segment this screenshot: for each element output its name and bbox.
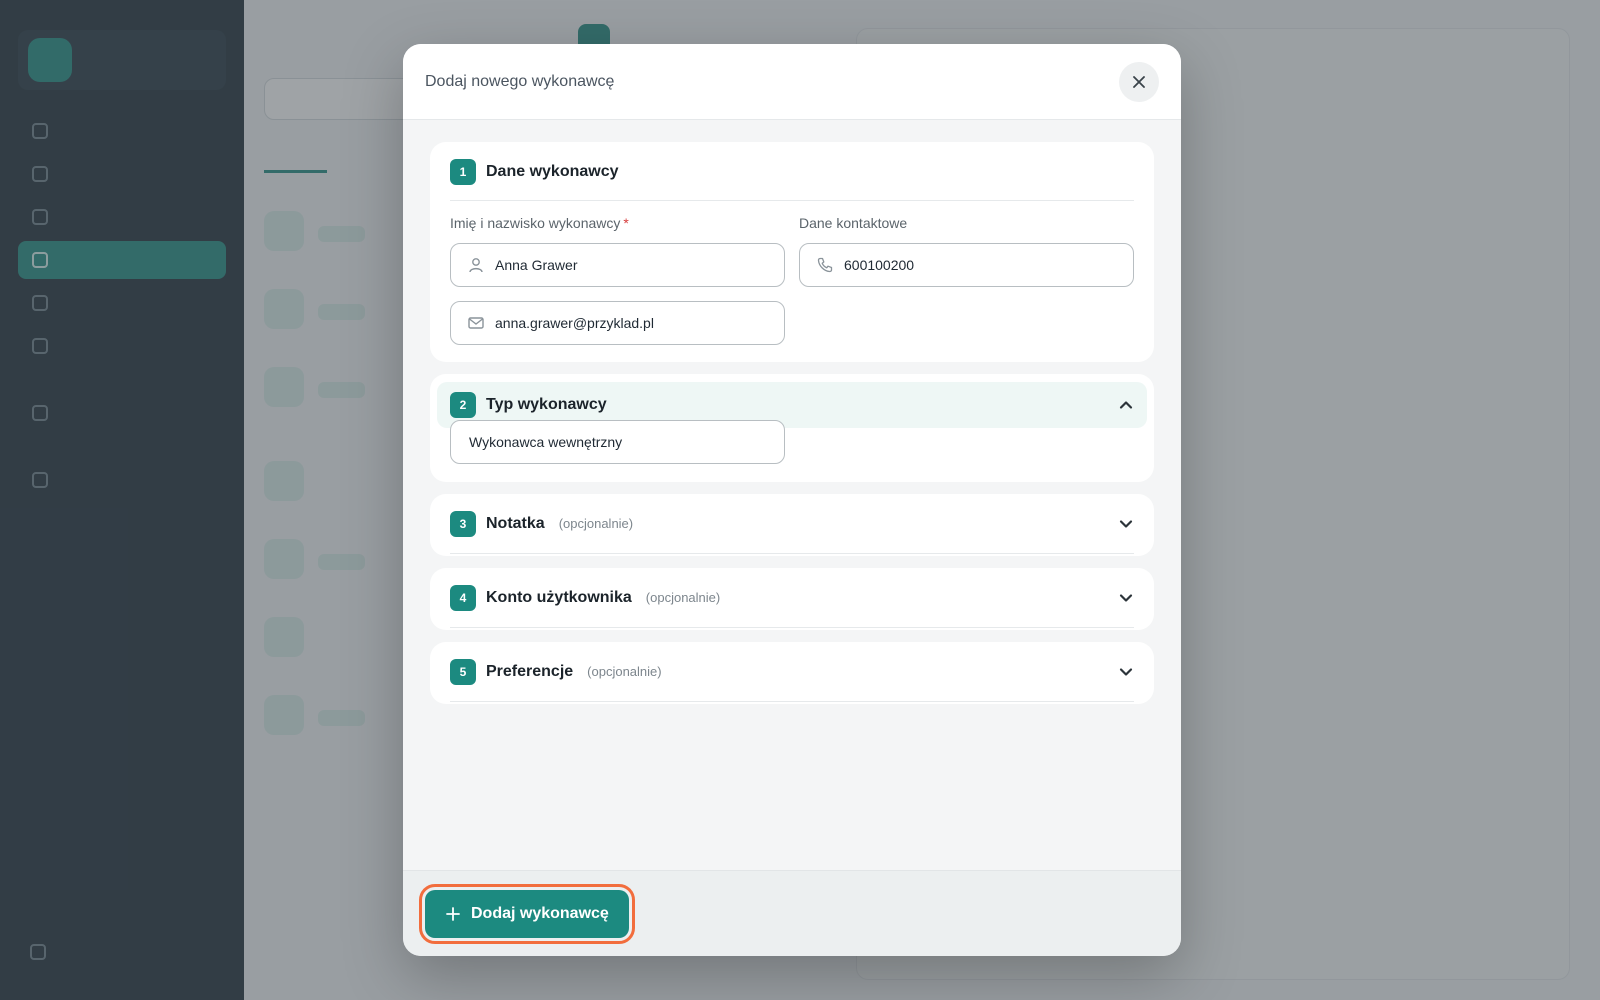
step-badge: 1 — [450, 158, 476, 185]
section-contractor-type: 2 Typ wykonawcy Wykonawca wewnętrzny — [430, 374, 1154, 482]
modal-footer: Dodaj wykonawcę — [403, 870, 1181, 956]
email-input-value: anna.grawer@przyklad.pl — [495, 315, 654, 331]
section-header-toggle[interactable]: 4 Konto użytkownika (opcjonalnie) — [450, 568, 1134, 628]
close-icon — [1133, 75, 1145, 88]
section-header: 1 Dane wykonawcy — [450, 143, 1134, 201]
chevron-down-icon — [1119, 593, 1133, 602]
contractor-type-select[interactable]: Wykonawca wewnętrzny — [450, 420, 785, 464]
add-contractor-modal: Dodaj nowego wykonawcę 1 Dane wykonawcy … — [403, 44, 1181, 956]
mail-icon — [468, 317, 484, 329]
phone-icon — [817, 257, 833, 273]
close-button[interactable] — [1119, 61, 1159, 102]
name-input[interactable]: Anna Grawer — [450, 243, 785, 287]
chevron-up-icon — [1119, 401, 1133, 409]
chevron-down-icon — [1119, 519, 1133, 528]
plus-icon — [446, 906, 460, 921]
section-note: 3 Notatka (opcjonalnie) — [430, 494, 1154, 556]
section-title: Konto użytkownika — [486, 588, 632, 606]
name-input-value: Anna Grawer — [495, 257, 578, 273]
add-contractor-button[interactable]: Dodaj wykonawcę — [419, 883, 635, 944]
modal-header: Dodaj nowego wykonawcę — [403, 44, 1181, 120]
phone-input[interactable]: 600100200 — [799, 243, 1134, 287]
section-preferences: 5 Preferencje (opcjonalnie) — [430, 642, 1154, 704]
section-title: Preferencje — [486, 662, 574, 680]
section-contractor-data: 1 Dane wykonawcy Imię i nazwisko wykonaw… — [430, 142, 1154, 362]
optional-hint: (opcjonalnie) — [645, 590, 721, 605]
section-title: Notatka — [486, 514, 545, 532]
modal-body: 1 Dane wykonawcy Imię i nazwisko wykonaw… — [403, 120, 1181, 738]
optional-hint: (opcjonalnie) — [587, 664, 662, 679]
step-badge: 3 — [450, 510, 476, 537]
modal-title: Dodaj nowego wykonawcę — [425, 72, 615, 90]
step-badge: 4 — [450, 584, 476, 611]
contact-label: Dane kontaktowe — [799, 215, 908, 231]
name-label-text: Imię i nazwisko wykonawcy — [450, 215, 621, 231]
add-contractor-button-label: Dodaj wykonawcę — [471, 904, 609, 922]
section-header-toggle[interactable]: 5 Preferencje (opcjonalnie) — [450, 642, 1134, 702]
user-icon — [469, 258, 483, 273]
phone-input-value: 600100200 — [844, 257, 915, 273]
section-title: Typ wykonawcy — [486, 396, 607, 413]
step-badge: 2 — [450, 392, 476, 418]
optional-hint: (opcjonalnie) — [558, 516, 634, 531]
chevron-down-icon — [1119, 667, 1133, 676]
section-title: Dane wykonawcy — [486, 162, 619, 180]
step-badge: 5 — [450, 658, 476, 685]
email-input[interactable]: anna.grawer@przyklad.pl — [450, 301, 785, 345]
name-label: Imię i nazwisko wykonawcy * — [450, 215, 785, 231]
section-user-account: 4 Konto użytkownika (opcjonalnie) — [430, 568, 1154, 630]
section-header-toggle[interactable]: 3 Notatka (opcjonalnie) — [450, 494, 1134, 554]
required-mark: * — [623, 215, 629, 231]
